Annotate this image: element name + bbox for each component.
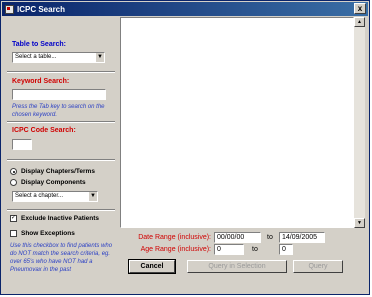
age-to-label: to xyxy=(252,246,258,253)
table-select-value: Select a table... xyxy=(15,54,57,60)
exclude-inactive-checkbox[interactable]: ✓ Exclude Inactive Patients xyxy=(10,215,99,222)
query-button[interactable]: Query xyxy=(293,260,343,273)
separator xyxy=(7,209,115,211)
checkbox-box[interactable] xyxy=(10,230,17,237)
close-button[interactable]: x xyxy=(354,3,366,14)
radio-indicator[interactable] xyxy=(10,179,17,186)
radio-indicator[interactable] xyxy=(10,168,17,175)
keyword-search-label: Keyword Search: xyxy=(12,78,70,85)
table-search-label: Table to Search: xyxy=(12,41,66,48)
radio-label: Display Components xyxy=(21,179,86,186)
date-to-label: to xyxy=(267,234,273,241)
date-to-input[interactable]: 14/09/2005 xyxy=(279,232,325,243)
age-range-label: Age Range (inclusive): xyxy=(140,246,211,253)
cancel-button[interactable]: Cancel xyxy=(128,259,176,274)
checkmark-icon[interactable]: ✓ xyxy=(10,215,17,222)
table-select[interactable]: Select a table... ▼ xyxy=(12,52,105,63)
separator xyxy=(7,121,115,123)
icpc-code-input[interactable] xyxy=(12,139,32,150)
scroll-up-icon[interactable]: ▲ xyxy=(354,17,365,27)
date-range-label: Date Range (inclusive): xyxy=(138,234,211,241)
keyword-hint: Press the Tab key to search on the chose… xyxy=(12,104,105,118)
radio-display-components[interactable]: Display Components xyxy=(10,179,86,186)
chevron-down-icon[interactable]: ▼ xyxy=(95,53,104,62)
checkbox-label: Show Exceptions xyxy=(21,230,75,237)
icpc-code-label: ICPC Code Search: xyxy=(12,127,76,134)
scroll-down-icon[interactable]: ▼ xyxy=(354,218,365,228)
query-in-selection-button[interactable]: Query in Selection xyxy=(187,260,287,273)
age-to-input[interactable]: 0 xyxy=(279,244,293,255)
radio-label: Display Chapters/Terms xyxy=(21,168,95,175)
icpc-search-window: ICPC Search x Table to Search: Select a … xyxy=(0,0,370,295)
window-title: ICPC Search xyxy=(17,4,66,14)
checkbox-label: Exclude Inactive Patients xyxy=(21,215,100,222)
separator xyxy=(7,71,115,73)
radio-display-chapters[interactable]: Display Chapters/Terms xyxy=(10,168,95,175)
chevron-down-icon[interactable]: ▼ xyxy=(88,192,97,201)
title-bar: ICPC Search x xyxy=(2,2,368,16)
age-from-input[interactable]: 0 xyxy=(214,244,244,255)
vertical-scrollbar[interactable]: ▲ ▼ xyxy=(354,17,365,228)
exceptions-hint: Use this checkbox to find patients who d… xyxy=(10,243,113,273)
date-from-input[interactable]: 00/00/00 xyxy=(214,232,261,243)
app-icon xyxy=(5,4,14,14)
show-exceptions-checkbox[interactable]: Show Exceptions xyxy=(10,230,75,237)
chapter-select[interactable]: Select a chapter... ▼ xyxy=(12,191,98,202)
separator xyxy=(7,159,115,161)
keyword-input[interactable] xyxy=(12,89,106,100)
chapter-select-value: Select a chapter... xyxy=(15,193,64,199)
results-list[interactable] xyxy=(120,17,354,228)
